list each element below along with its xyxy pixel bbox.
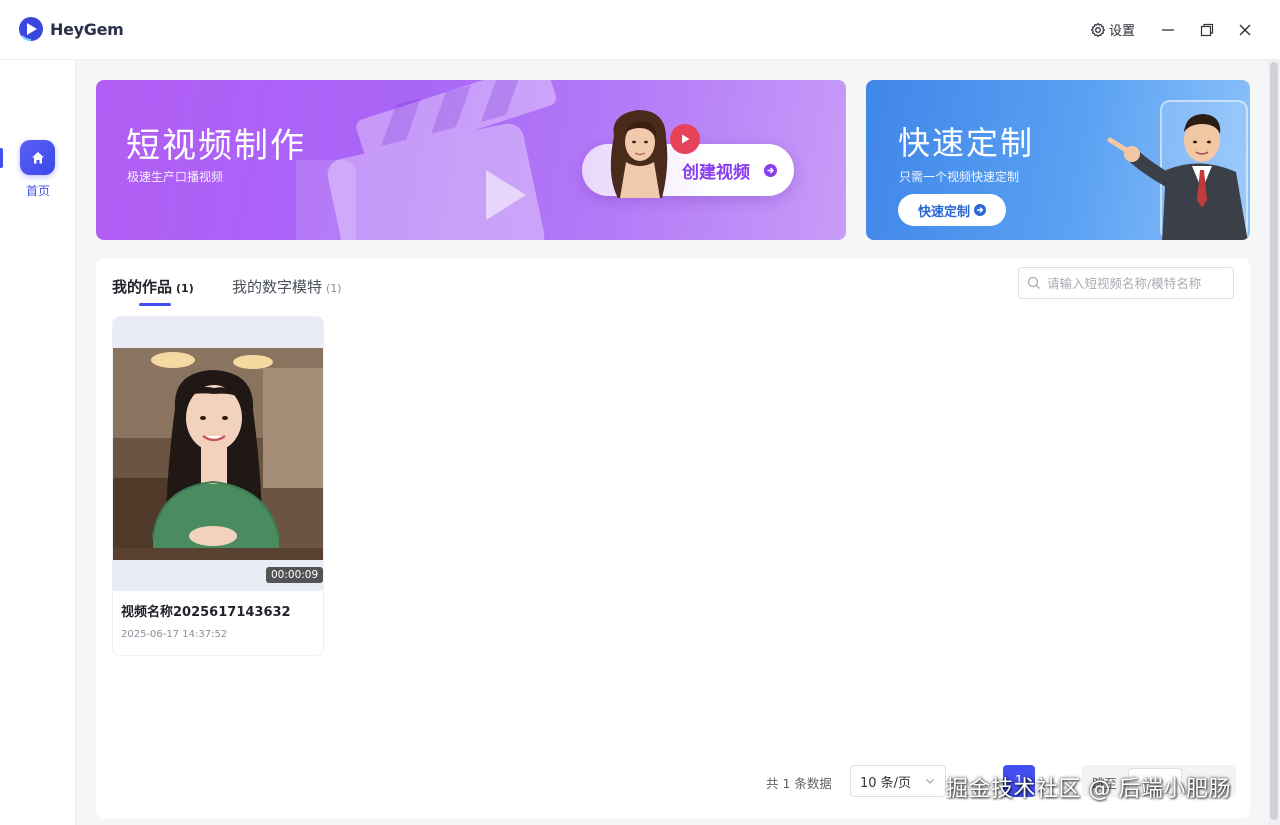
tab-my-works[interactable]: 我的作品 (1)	[112, 276, 194, 297]
short-video-title: 短视频制作	[126, 126, 306, 166]
tab-my-models-count: (1)	[326, 282, 342, 295]
logo-icon	[19, 17, 43, 41]
gear-icon	[1090, 22, 1106, 37]
search-input[interactable]	[1047, 275, 1227, 291]
female-avatar-image	[610, 110, 668, 198]
short-video-subtitle: 极速生产口播视频	[127, 170, 224, 184]
video-date: 2025-06-17 14:37:52	[121, 629, 228, 640]
chevron-down-icon	[926, 779, 934, 784]
scrollbar[interactable]	[1268, 60, 1280, 825]
video-thumbnail	[113, 348, 323, 560]
clapperboard-illustration	[296, 80, 557, 240]
search-icon	[1027, 276, 1041, 290]
watermark-text: 掘金技术社区 @ 后端小肥肠	[946, 777, 1231, 802]
active-indicator	[0, 148, 3, 168]
app-name: HeyGem	[50, 19, 124, 39]
tab-my-models-label: 我的数字模特	[232, 278, 323, 296]
works-panel: 我的作品 (1) 我的数字模特 (1) 请输入短视频名称/模特名称 00:00:…	[96, 258, 1250, 818]
tab-my-works-label: 我的作品	[112, 278, 173, 296]
active-tab-underline	[139, 303, 171, 306]
sidebar-item-home-label: 首页	[25, 184, 50, 198]
search-box	[1018, 267, 1234, 299]
quick-custom-banner: 快速定制 只需一个视频快速定制 快速定制	[866, 80, 1250, 240]
short-video-banner: 短视频制作 极速生产口播视频 创建视频	[96, 80, 846, 240]
restore-icon	[1200, 23, 1214, 37]
arrow-right-circle-icon	[974, 204, 986, 216]
play-badge	[670, 124, 700, 154]
video-duration: 00:00:09	[266, 567, 323, 583]
title-bar: HeyGem 设置	[0, 0, 1280, 60]
quick-custom-label: 快速定制	[917, 204, 970, 220]
scrollbar-thumb[interactable]	[1270, 62, 1278, 820]
minimize-button[interactable]	[1158, 20, 1178, 40]
play-icon	[682, 134, 690, 144]
pagination-total: 共 1 条数据	[766, 776, 832, 791]
arrow-right-circle-icon	[764, 164, 777, 177]
home-icon	[31, 151, 44, 163]
create-video-label: 创建视频	[682, 163, 750, 183]
quick-custom-button[interactable]: 快速定制	[898, 194, 1006, 226]
close-icon	[1239, 24, 1251, 36]
settings-button[interactable]: 设置	[1090, 20, 1135, 39]
tab-my-models[interactable]: 我的数字模特 (1)	[232, 276, 342, 297]
quick-custom-subtitle: 只需一个视频快速定制	[899, 170, 1020, 184]
close-button[interactable]	[1235, 20, 1255, 40]
sidebar: 首页	[0, 60, 76, 825]
tab-my-works-count: (1)	[176, 282, 194, 295]
minimize-icon	[1162, 29, 1174, 31]
male-avatar-illustration	[1107, 114, 1248, 240]
app-logo: HeyGem	[18, 16, 124, 42]
video-title: 视频名称2025617143632	[121, 605, 291, 620]
settings-label: 设置	[1109, 24, 1136, 39]
quick-custom-title: 快速定制	[898, 124, 1035, 162]
sidebar-item-home[interactable]	[20, 140, 55, 175]
video-card[interactable]: 00:00:09 视频名称2025617143632 2025-06-17 14…	[112, 316, 324, 656]
page-size-value: 10 条/页	[860, 775, 912, 791]
restore-button[interactable]	[1197, 20, 1217, 40]
page-size-select[interactable]: 10 条/页	[850, 765, 946, 797]
